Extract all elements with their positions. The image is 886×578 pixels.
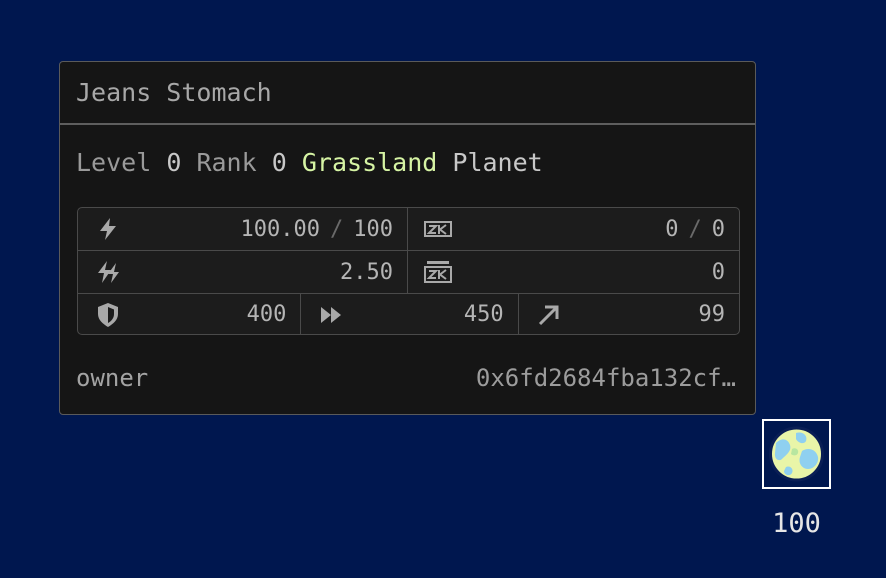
- planet-icon: [762, 419, 831, 489]
- stats-grid: 100.00 / 100 0 / 0 2.50 0 400 450 99: [77, 207, 740, 335]
- range-value: 99: [698, 302, 726, 327]
- energy-stat: 100.00 / 100: [78, 208, 407, 250]
- zk-separator: /: [688, 216, 702, 242]
- planet-level-label: 100: [772, 508, 821, 539]
- double-lightning-icon: [94, 258, 122, 286]
- card-header: Jeans Stomach: [60, 62, 755, 125]
- energy-growth-stat: 2.50: [78, 251, 407, 293]
- defense-value: 400: [246, 302, 287, 327]
- energy-current: 100.00: [240, 216, 320, 242]
- zk-stack-value: 0: [711, 259, 725, 285]
- zk-stat: 0 / 0: [407, 208, 739, 250]
- planet-name: Jeans Stomach: [76, 78, 272, 107]
- zk-stack-icon: [424, 258, 452, 286]
- speed-stat: 450: [300, 294, 517, 334]
- energy-growth-value: 2.50: [340, 259, 393, 285]
- level-label: Level: [76, 148, 152, 177]
- level-value: 0: [166, 148, 182, 177]
- stats-row-combat: 400 450 99: [78, 294, 739, 334]
- zk-icon: [424, 215, 452, 243]
- owner-label: owner: [76, 364, 149, 392]
- range-stat: 99: [517, 294, 739, 334]
- planet-info-card: Jeans Stomach Level 0 Rank 0 Grassland P…: [59, 61, 756, 415]
- defense-stat: 400: [78, 294, 300, 334]
- energy-value: 100.00 / 100: [241, 217, 393, 242]
- fast-forward-icon: [317, 301, 345, 329]
- zk-value: 0 / 0: [665, 217, 725, 242]
- zk-current: 0: [665, 216, 679, 242]
- rank-value: 0: [271, 148, 287, 177]
- owner-address[interactable]: 0x6fd2684fba132cf…: [476, 364, 736, 392]
- speed-value: 450: [463, 302, 504, 327]
- zk-stack-stat: 0: [407, 251, 739, 293]
- zk-cap: 0: [711, 216, 725, 242]
- planet-subtitle: Level 0 Rank 0 Grassland Planet: [76, 148, 543, 177]
- stats-row-growth: 2.50 0: [78, 251, 739, 294]
- biome-label: Grassland: [301, 148, 438, 177]
- planet-map-marker[interactable]: [762, 419, 831, 489]
- rank-label: Rank: [196, 148, 257, 177]
- energy-cap: 100: [353, 216, 393, 242]
- owner-row: owner 0x6fd2684fba132cf…: [76, 364, 736, 392]
- energy-separator: /: [330, 216, 344, 242]
- planet-type-label: Planet: [452, 148, 543, 177]
- stats-row-energy: 100.00 / 100 0 / 0: [78, 208, 739, 251]
- arrow-up-right-icon: [535, 301, 563, 329]
- lightning-icon: [94, 215, 122, 243]
- shield-icon: [94, 301, 122, 329]
